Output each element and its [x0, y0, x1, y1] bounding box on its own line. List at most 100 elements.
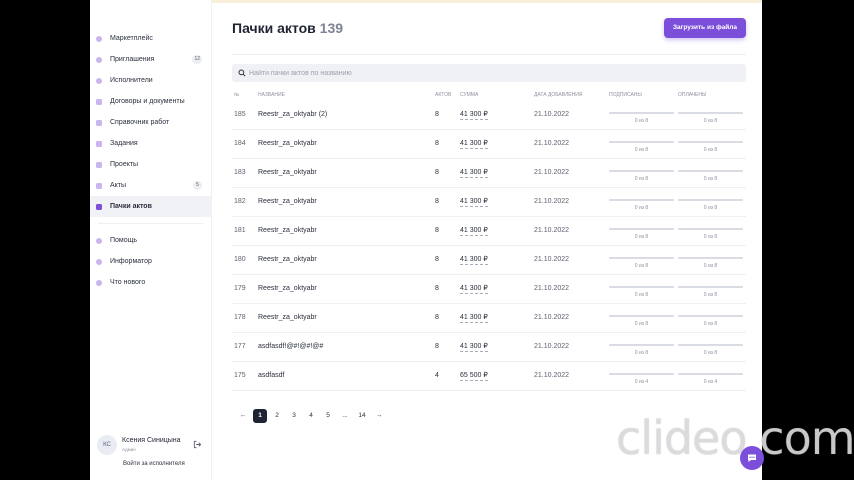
pagination-page-3[interactable]: 3 — [287, 409, 301, 423]
table-row[interactable]: 178 Reestr_za_oktyabr 8 41 300 ₽ 21.10.2022 0… — [232, 304, 746, 333]
sidebar-item-documents[interactable]: Договоры и документы — [90, 91, 212, 112]
sidebar-item-invitations[interactable]: Приглашения 12 — [90, 49, 212, 70]
sidebar-item-tasks[interactable]: Задания — [90, 133, 212, 154]
progress-label-signed: 0 из 8 — [634, 350, 649, 356]
pagination-page-4[interactable]: 4 — [304, 409, 318, 423]
pagination-page-1[interactable]: 1 — [253, 409, 267, 423]
pagination-page-5[interactable]: 5 — [321, 409, 335, 423]
table-row[interactable]: 181 Reestr_za_oktyabr 8 41 300 ₽ 21.10.2022 0… — [232, 217, 746, 246]
cell-number: 184 — [234, 140, 246, 147]
logout-icon[interactable] — [193, 440, 202, 449]
sidebar-item-marketplace[interactable]: Маркетплейс — [90, 28, 212, 49]
sidebar-item-works-catalog[interactable]: Справочник работ — [90, 112, 212, 133]
progress-bar-paid — [678, 286, 743, 288]
sidebar-item-act-batches[interactable]: Пачки актов — [90, 196, 212, 217]
column-header-signed[interactable]: Подписаны — [609, 92, 642, 98]
cell-acts: 8 — [435, 343, 439, 350]
invitations-icon — [96, 56, 102, 63]
page-title: Пачки актов 139 — [232, 20, 343, 36]
sidebar-item-label: Пачки актов — [110, 203, 152, 210]
sidebar-item-acts[interactable]: Акты 5 — [90, 175, 212, 196]
chat-widget-button[interactable] — [740, 446, 764, 470]
table-row[interactable]: 182 Reestr_za_oktyabr 8 41 300 ₽ 21.10.2022 0… — [232, 188, 746, 217]
progress-label-signed: 0 из 8 — [634, 147, 649, 153]
sidebar-item-label: Проекты — [110, 161, 139, 168]
column-header-paid[interactable]: Оплачены — [678, 92, 706, 98]
cell-date: 21.10.2022 — [534, 256, 570, 263]
cell-acts: 8 — [435, 285, 439, 292]
table-row[interactable]: 180 Reestr_za_oktyabr 8 41 300 ₽ 21.10.2022 0… — [232, 246, 746, 275]
table-row[interactable]: 179 Reestr_za_oktyabr 8 41 300 ₽ 21.10.2022 0… — [232, 275, 746, 304]
column-header-name[interactable]: Название — [258, 92, 285, 98]
progress-label-paid: 0 из 8 — [703, 118, 718, 124]
cell-name: asdfasdf!@#!@#!@# — [258, 343, 324, 350]
progress-label-paid: 0 из 8 — [703, 292, 718, 298]
sidebar-item-informer[interactable]: Информатор — [90, 251, 212, 272]
table-row[interactable]: 175 asdfasdf 4 65 500 ₽ 21.10.2022 0 из 4 0 из… — [232, 362, 746, 391]
upload-from-file-button[interactable]: Загрузить из файла — [664, 18, 746, 38]
sidebar-item-label: Что нового — [110, 279, 146, 286]
cell-sum: 41 300 ₽ — [460, 285, 488, 294]
cell-date: 21.10.2022 — [534, 314, 570, 321]
table-row[interactable]: 184 Reestr_za_oktyabr 8 41 300 ₽ 21.10.2022 0… — [232, 130, 746, 159]
column-header-sum[interactable]: Сумма — [460, 92, 478, 98]
sidebar-item-contractors[interactable]: Исполнители — [90, 70, 212, 91]
column-header-date[interactable]: Дата добавления — [534, 92, 582, 98]
login-as-contractor-link[interactable]: Войти за исполнителя — [123, 461, 185, 467]
page-title-count: 139 — [319, 20, 344, 36]
cell-date: 21.10.2022 — [534, 111, 570, 118]
avatar: КС — [97, 435, 117, 455]
sidebar-item-label: Акты — [110, 182, 127, 189]
acts-badge: 5 — [193, 181, 202, 190]
user-profile: КС Ксения Синицына Админ — [97, 435, 207, 455]
column-header-acts[interactable]: Актов — [435, 92, 451, 98]
search-input[interactable] — [249, 64, 729, 82]
cell-name: Reestr_za_oktyabr — [258, 140, 317, 147]
cell-name: Reestr_za_oktyabr — [258, 227, 317, 234]
progress-bar-signed — [609, 170, 674, 172]
cell-name: asdfasdf — [258, 372, 285, 379]
pagination-page-2[interactable]: 2 — [270, 409, 284, 423]
sidebar-item-label: Информатор — [110, 258, 152, 265]
table-row[interactable]: 177 asdfasdf!@#!@#!@# 8 41 300 ₽ 21.10.2022 0… — [232, 333, 746, 362]
invitations-badge: 12 — [192, 55, 202, 64]
cell-date: 21.10.2022 — [534, 372, 570, 379]
progress-bar-signed — [609, 112, 674, 114]
cell-sum: 41 300 ₽ — [460, 227, 488, 236]
acts-icon — [96, 182, 102, 189]
cell-sum: 41 300 ₽ — [460, 140, 488, 149]
progress-bar-signed — [609, 141, 674, 143]
cell-date: 21.10.2022 — [534, 169, 570, 176]
sidebar-item-projects[interactable]: Проекты — [90, 154, 212, 175]
progress-bar-signed — [609, 199, 674, 201]
cell-number: 185 — [234, 111, 246, 118]
sidebar-item-whats-new[interactable]: Что нового — [90, 272, 212, 293]
cell-number: 179 — [234, 285, 246, 292]
informer-icon — [96, 258, 102, 265]
progress-bar-paid — [678, 228, 743, 230]
cell-sum: 41 300 ₽ — [460, 198, 488, 207]
progress-label-signed: 0 из 8 — [634, 205, 649, 211]
progress-bar-signed — [609, 228, 674, 230]
progress-bar-signed — [609, 315, 674, 317]
main-content: Пачки актов 139 Загрузить из файла № Наз… — [232, 0, 746, 480]
progress-bar-paid — [678, 199, 743, 201]
progress-label-paid: 0 из 8 — [703, 350, 718, 356]
pagination-next[interactable]: → — [372, 409, 386, 423]
cell-acts: 8 — [435, 314, 439, 321]
cell-number: 183 — [234, 169, 246, 176]
cell-sum: 41 300 ₽ — [460, 169, 488, 178]
pagination-page-last[interactable]: 14 — [355, 409, 369, 423]
table-row[interactable]: 185 Reestr_za_oktyabr (2) 8 41 300 ₽ 21.10.2… — [232, 101, 746, 130]
cell-acts: 8 — [435, 227, 439, 234]
sidebar: Маркетплейс Приглашения 12 Исполнители Д… — [90, 0, 212, 480]
progress-bar-paid — [678, 344, 743, 346]
cell-acts: 8 — [435, 198, 439, 205]
progress-label-signed: 0 из 8 — [634, 263, 649, 269]
sidebar-item-help[interactable]: Помощь — [90, 230, 212, 251]
progress-label-signed: 0 из 8 — [634, 234, 649, 240]
table-row[interactable]: 183 Reestr_za_oktyabr 8 41 300 ₽ 21.10.2022 0… — [232, 159, 746, 188]
cell-number: 177 — [234, 343, 246, 350]
pagination-prev[interactable]: ← — [236, 409, 250, 423]
cell-name: Reestr_za_oktyabr — [258, 256, 317, 263]
